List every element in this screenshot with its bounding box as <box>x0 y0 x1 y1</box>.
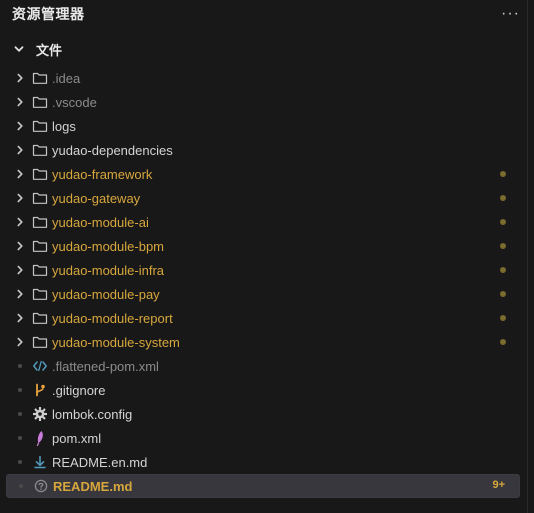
tree-item-label: yudao-module-system <box>52 334 180 350</box>
explorer-panel: 资源管理器 ··· 文件 .idea .vscode logs yudao-depen… <box>0 0 534 513</box>
problems-count-badge: 9+ <box>492 479 505 491</box>
indent-dot-icon <box>14 408 26 420</box>
indent-dot-icon <box>14 456 26 468</box>
chevron-right-icon[interactable] <box>14 312 26 324</box>
folder-icon <box>32 190 48 206</box>
tree-item-label: yudao-module-ai <box>52 214 149 230</box>
modified-indicator-icon <box>500 267 506 273</box>
question-circle-icon <box>33 478 49 494</box>
chevron-right-icon[interactable] <box>14 168 26 180</box>
tree-folder-row[interactable]: yudao-gateway <box>6 186 520 210</box>
git-branch-icon <box>32 382 48 398</box>
chevron-right-icon[interactable] <box>14 192 26 204</box>
section-label: 文件 <box>36 42 63 58</box>
modified-indicator-icon <box>500 219 506 225</box>
modified-indicator-icon <box>500 171 506 177</box>
tree-folder-row[interactable]: yudao-module-ai <box>6 210 520 234</box>
tree-item-label: .gitignore <box>52 382 106 398</box>
scrollbar-track[interactable] <box>527 0 528 513</box>
modified-indicator-icon <box>500 195 506 201</box>
tree-item-label: README.md <box>53 478 133 494</box>
tree-folder-row[interactable]: yudao-module-system <box>6 330 520 354</box>
tree-folder-row[interactable]: yudao-module-pay <box>6 282 520 306</box>
folder-icon <box>32 262 48 278</box>
tree-folder-row[interactable]: yudao-module-report <box>6 306 520 330</box>
tree-item-label: yudao-dependencies <box>52 142 173 158</box>
chevron-right-icon[interactable] <box>14 72 26 84</box>
tree-file-row[interactable]: README.en.md <box>6 450 520 474</box>
modified-indicator-icon <box>500 339 506 345</box>
folder-icon <box>32 166 48 182</box>
tree-folder-row[interactable]: yudao-module-bpm <box>6 234 520 258</box>
folder-icon <box>32 310 48 326</box>
folder-icon <box>32 214 48 230</box>
folder-icon <box>32 334 48 350</box>
indent-dot-icon <box>14 384 26 396</box>
modified-indicator-icon <box>500 315 506 321</box>
tree-item-label: yudao-framework <box>52 166 153 182</box>
chevron-right-icon[interactable] <box>14 288 26 300</box>
explorer-title: 资源管理器 <box>12 6 85 22</box>
indent-dot-icon <box>15 480 27 492</box>
tree-item-label: yudao-gateway <box>52 190 141 206</box>
chevron-right-icon[interactable] <box>14 96 26 108</box>
tree-file-row[interactable]: .gitignore <box>6 378 520 402</box>
gear-icon <box>32 406 48 422</box>
chevron-right-icon[interactable] <box>14 240 26 252</box>
modified-indicator-icon <box>500 243 506 249</box>
explorer-titlebar: 资源管理器 ··· <box>0 0 534 28</box>
tree-folder-row[interactable]: yudao-module-infra <box>6 258 520 282</box>
tree-item-label: lombok.config <box>52 406 133 422</box>
tree-item-label: yudao-module-infra <box>52 262 165 278</box>
file-tree: .idea .vscode logs yudao-dependencies yudao-… <box>0 66 534 498</box>
tree-item-label: yudao-module-pay <box>52 286 160 302</box>
folder-icon <box>32 238 48 254</box>
folder-icon <box>32 70 48 86</box>
chevron-right-icon[interactable] <box>14 120 26 132</box>
chevron-down-icon <box>12 42 26 56</box>
folder-icon <box>32 142 48 158</box>
more-actions-icon[interactable]: ··· <box>501 5 520 23</box>
tree-file-row[interactable]: README.md 9+ <box>6 474 520 498</box>
tree-item-label: logs <box>52 118 76 134</box>
chevron-right-icon[interactable] <box>14 336 26 348</box>
folder-icon <box>32 286 48 302</box>
indent-dot-icon <box>14 432 26 444</box>
chevron-right-icon[interactable] <box>14 144 26 156</box>
tree-folder-row[interactable]: logs <box>6 114 520 138</box>
folder-icon <box>32 118 48 134</box>
folder-icon <box>32 94 48 110</box>
chevron-right-icon[interactable] <box>14 216 26 228</box>
tree-item-label: README.en.md <box>52 454 148 470</box>
tree-item-label: yudao-module-bpm <box>52 238 165 254</box>
tree-file-row[interactable]: lombok.config <box>6 402 520 426</box>
tree-file-row[interactable]: pom.xml <box>6 426 520 450</box>
tree-item-label: .idea <box>52 70 81 86</box>
tree-folder-row[interactable]: yudao-framework <box>6 162 520 186</box>
tree-item-label: .vscode <box>52 94 97 110</box>
tree-folder-row[interactable]: .vscode <box>6 90 520 114</box>
modified-indicator-icon <box>500 291 506 297</box>
maven-feather-icon <box>32 430 48 446</box>
xml-code-icon <box>32 358 48 374</box>
indent-dot-icon <box>14 360 26 372</box>
tree-folder-row[interactable]: yudao-dependencies <box>6 138 520 162</box>
chevron-right-icon[interactable] <box>14 264 26 276</box>
tree-item-label: .flattened-pom.xml <box>52 358 159 374</box>
tree-item-label: yudao-module-report <box>52 310 173 326</box>
tree-file-row[interactable]: .flattened-pom.xml <box>6 354 520 378</box>
section-header-files[interactable]: 文件 <box>0 36 534 62</box>
tree-folder-row[interactable]: .idea <box>6 66 520 90</box>
markdown-download-icon <box>32 454 48 470</box>
tree-item-label: pom.xml <box>52 430 102 446</box>
